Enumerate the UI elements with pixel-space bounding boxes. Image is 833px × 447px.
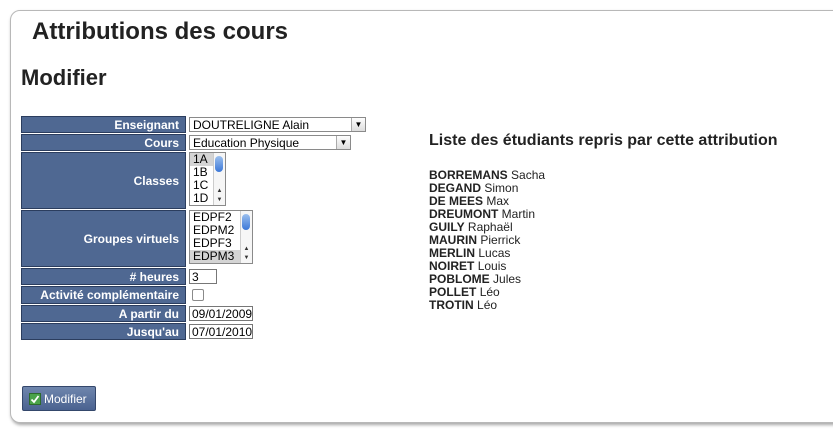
chevron-down-icon: ▼	[351, 118, 365, 131]
student-first-name: Léo	[479, 285, 500, 299]
modifier-button-label: Modifier	[44, 391, 87, 406]
student-first-name: Pierrick	[480, 233, 521, 247]
scrollbar[interactable]: ▲ ▼	[240, 211, 252, 263]
check-icon	[29, 392, 41, 405]
students-list: BORREMANS Sacha DEGAND Simon DE MEES Max…	[429, 169, 545, 312]
arrow-down-icon[interactable]: ▼	[214, 196, 225, 205]
student-last-name: TROTIN	[429, 298, 474, 312]
jusqu-input[interactable]: 07/01/2010	[189, 324, 253, 339]
student-last-name: NOIRET	[429, 259, 475, 273]
student-first-name: Martin	[501, 207, 536, 221]
cours-select[interactable]: Education Physique ▼	[189, 135, 351, 150]
page-title: Attributions des cours	[32, 18, 289, 45]
student-last-name: POBLOME	[429, 272, 490, 286]
edit-form: Enseignant DOUTRELIGNE Alain ▼ Cours Edu…	[21, 115, 366, 341]
student-last-name: MERLIN	[429, 246, 475, 260]
arrow-up-icon[interactable]: ▲	[241, 245, 252, 254]
student-first-name: Sacha	[511, 168, 546, 182]
enseignant-label: Enseignant	[21, 116, 186, 133]
enseignant-value: DOUTRELIGNE Alain	[193, 118, 310, 132]
student-last-name: GUILY	[429, 220, 465, 234]
scrollbar-thumb[interactable]	[242, 214, 250, 230]
activite-label: Activité complémentaire	[21, 286, 186, 304]
arrow-down-icon[interactable]: ▼	[241, 254, 252, 263]
heures-input[interactable]: 3	[189, 269, 217, 284]
student-first-name: Raphaël	[467, 220, 513, 234]
classes-listbox[interactable]: 1A 1B 1C 1D ▲ ▼	[189, 152, 226, 206]
enseignant-select[interactable]: DOUTRELIGNE Alain ▼	[189, 117, 366, 132]
cours-label: Cours	[21, 134, 186, 151]
classes-label: Classes	[21, 152, 186, 209]
student-first-name: Lucas	[478, 246, 511, 260]
jusqu-label: Jusqu'au	[21, 323, 186, 340]
a-partir-input[interactable]: 09/01/2009	[189, 306, 253, 321]
student-last-name: DE MEES	[429, 194, 484, 208]
student-last-name: BORREMANS	[429, 168, 508, 182]
scrollbar[interactable]: ▲ ▼	[213, 153, 225, 205]
list-item: TROTIN Léo	[429, 299, 545, 312]
student-last-name: DREUMONT	[429, 207, 499, 221]
student-first-name: Louis	[477, 259, 507, 273]
student-first-name: Max	[486, 194, 510, 208]
student-last-name: POLLET	[429, 285, 477, 299]
student-last-name: DEGAND	[429, 181, 482, 195]
student-first-name: Léo	[477, 298, 498, 312]
students-list-title: Liste des étudiants repris par cette att…	[429, 132, 778, 149]
chevron-down-icon: ▼	[336, 136, 350, 149]
student-last-name: MAURIN	[429, 233, 477, 247]
groupes-label: Groupes virtuels	[21, 210, 186, 267]
modifier-button[interactable]: Modifier	[22, 386, 96, 411]
groupes-listbox[interactable]: EDPF2 EDPM2 EDPF3 EDPM3 ▲ ▼	[189, 210, 253, 264]
scrollbar-thumb[interactable]	[215, 156, 223, 172]
student-first-name: Simon	[484, 181, 519, 195]
cours-value: Education Physique	[193, 136, 300, 150]
student-first-name: Jules	[493, 272, 522, 286]
a-partir-label: A partir du	[21, 305, 186, 322]
heures-label: # heures	[21, 268, 186, 285]
activite-checkbox[interactable]	[192, 289, 204, 301]
arrow-up-icon[interactable]: ▲	[214, 187, 225, 196]
section-title: Modifier	[21, 65, 107, 90]
